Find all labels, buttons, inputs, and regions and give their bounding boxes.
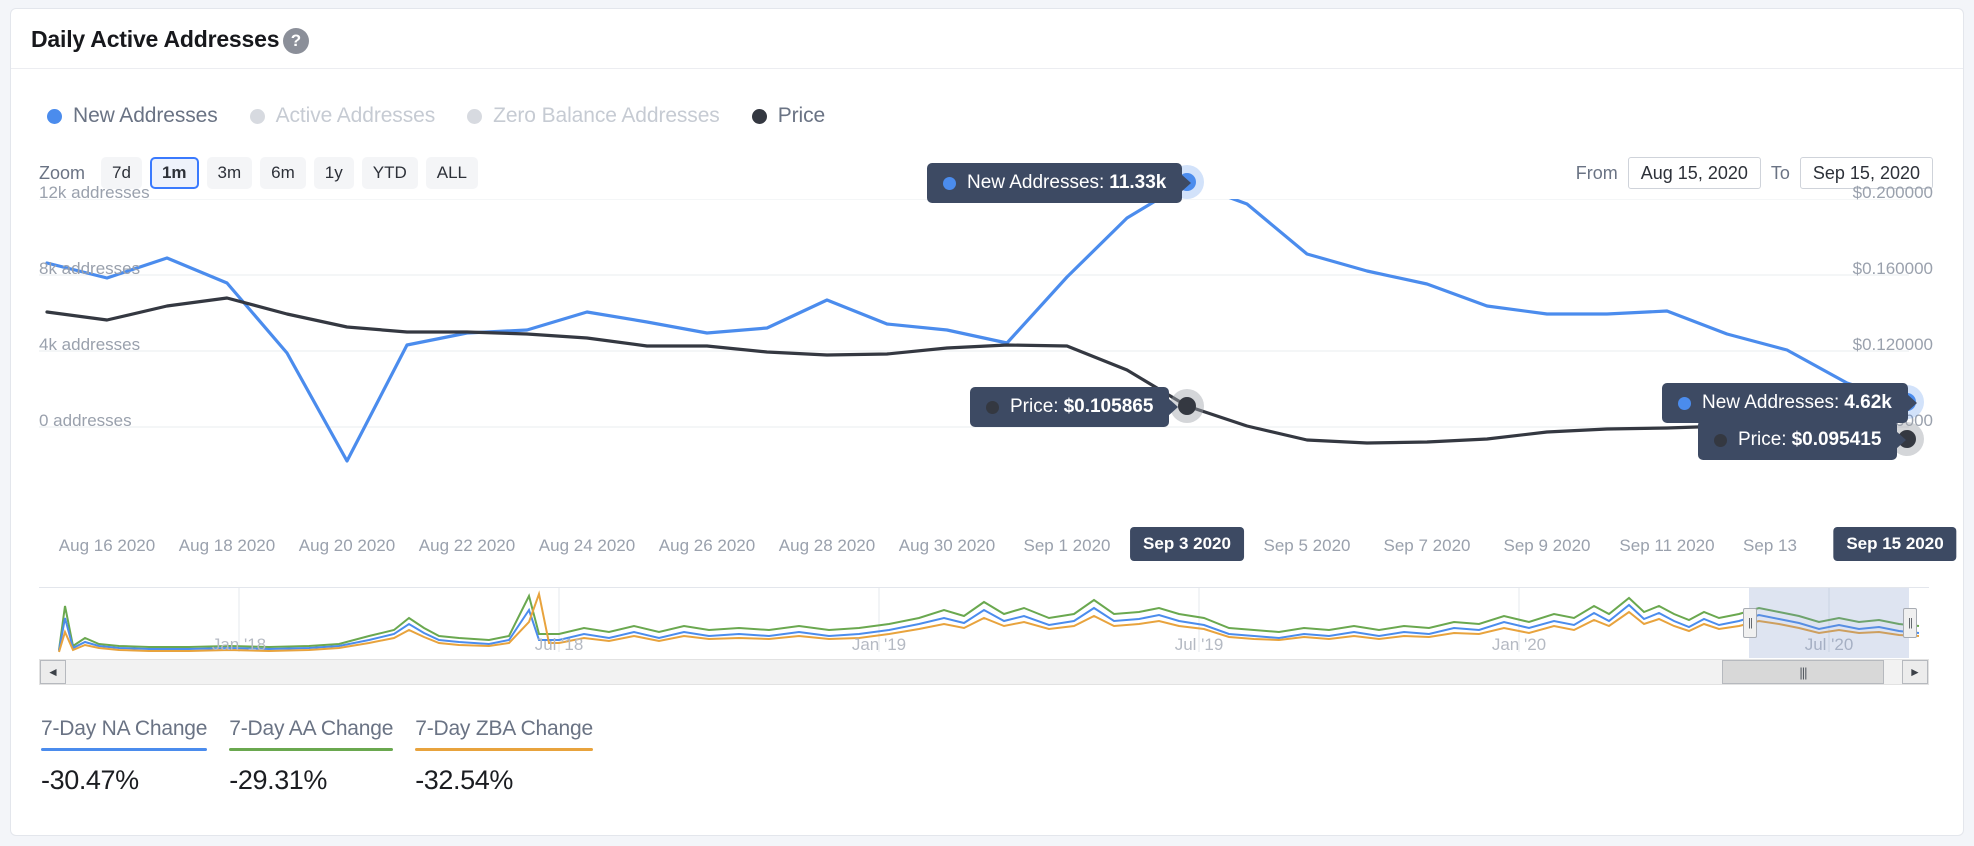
navigator-label-1: Jul '18 (534, 635, 584, 654)
tooltip-dot-new-addresses (943, 176, 956, 190)
stat-zba-change: 7-Day ZBA Change -32.54% (415, 717, 593, 796)
stat-zba-value: -32.54% (415, 765, 513, 795)
chart-plot-area[interactable]: 12k addresses 8k addresses 4k addresses … (11, 163, 1963, 529)
marker-price-sep3-core (1178, 397, 1196, 415)
stat-aa-label: 7-Day AA Change (229, 717, 394, 740)
x-tick-5: Aug 26 2020 (658, 536, 756, 555)
zoom-button-all[interactable]: ALL (425, 157, 479, 189)
chart-card: Daily Active Addresses ? New Addresses A… (10, 8, 1964, 836)
legend-item-price[interactable]: Price (751, 104, 826, 128)
stat-na-underline (41, 748, 208, 751)
tooltip-label-price-2: Price: (1738, 429, 1787, 450)
tooltip-label-new-addresses-2: New Addresses: (1702, 392, 1840, 413)
x-tick-12: Sep 9 2020 (1503, 536, 1591, 555)
x-axis: Aug 16 2020 Aug 18 2020 Aug 20 2020 Aug … (11, 527, 1963, 571)
legend-label-zero-balance-addresses: Zero Balance Addresses (493, 104, 720, 127)
from-date-input[interactable]: Aug 15, 2020 (1627, 157, 1761, 189)
y-axis-label-8k: 8k addresses (39, 259, 141, 278)
navigator-label-2: Jan '19 (851, 635, 907, 654)
page-title: Daily Active Addresses (31, 26, 280, 52)
legend-label-price: Price (777, 104, 826, 127)
x-tick-4: Aug 24 2020 (538, 536, 636, 555)
x-tick-13: Sep 11 2020 (1619, 536, 1715, 555)
legend-dot-zero-balance-addresses (467, 108, 483, 124)
tooltip-new-addresses-sep3: New Addresses: 11.33k (927, 163, 1192, 203)
navigator-handle-left[interactable]: || (1743, 608, 1757, 638)
stat-aa-value: -29.31% (229, 765, 328, 795)
zoom-button-6m[interactable]: 6m (260, 157, 306, 189)
legend-label-active-addresses: Active Addresses (275, 104, 436, 127)
from-label: From (1575, 162, 1618, 183)
x-tick-1: Aug 18 2020 (178, 536, 276, 555)
scrollbar-left-arrow[interactable]: ◄ (40, 660, 66, 684)
x-tick-14: Sep 13 (1743, 536, 1797, 555)
navigator-svg (58, 588, 1920, 653)
zoom-button-1m[interactable]: 1m (149, 157, 199, 189)
legend-item-new-addresses[interactable]: New Addresses (47, 104, 218, 128)
y-axis-label-12k: 12k addresses (39, 183, 150, 202)
tooltip-price-sep3: Price: $0.105865 (970, 387, 1179, 427)
stat-aa-change: 7-Day AA Change -29.31% (229, 717, 393, 796)
x-tick-11: Sep 7 2020 (1383, 536, 1471, 555)
legend-item-zero-balance-addresses[interactable]: Zero Balance Addresses (467, 104, 720, 128)
y-axis-label-0: 0 addresses (39, 411, 132, 430)
to-label: To (1770, 162, 1790, 183)
navigator-series-active-addresses (58, 593, 1920, 651)
legend-dot-new-addresses (47, 108, 62, 124)
tooltip-dot-new-addresses-2 (1678, 396, 1691, 410)
navigator-handle-right[interactable]: || (1903, 608, 1917, 638)
tooltip-label-new-addresses: New Addresses: (967, 172, 1105, 193)
x-tick-7: Aug 30 2020 (898, 536, 996, 555)
scrollbar-right-arrow[interactable]: ► (1902, 660, 1928, 684)
x-tick-highlight-sep3: Sep 3 2020 (1130, 527, 1244, 561)
zoom-button-3m[interactable]: 3m (206, 157, 253, 189)
y2-axis-label-016: $0.160000 (1852, 259, 1933, 278)
legend-item-active-addresses[interactable]: Active Addresses (249, 104, 436, 128)
chart-navigator[interactable]: Jan '18 Jul '18 Jan '19 Jul '19 Jan '20 … (39, 587, 1929, 658)
tooltip-new-addresses-sep15: New Addresses: 4.62k (1662, 383, 1917, 423)
zoom-button-1y[interactable]: 1y (313, 157, 354, 189)
x-tick-highlight-sep15: Sep 15 2020 (1833, 527, 1957, 561)
zoom-button-ytd[interactable]: YTD (361, 157, 418, 189)
help-icon[interactable]: ? (283, 28, 309, 54)
stat-zba-label: 7-Day ZBA Change (415, 717, 593, 740)
y-axis-label-4k: 4k addresses (39, 335, 141, 354)
navigator-label-4: Jan '20 (1491, 635, 1547, 654)
legend-dot-active-addresses (249, 108, 265, 124)
tooltip-dot-price-2 (1714, 433, 1727, 447)
scrollbar-thumb[interactable]: ||| (1722, 660, 1884, 684)
tooltip-label-price: Price: (1010, 396, 1059, 417)
navigator-label-3: Jul '19 (1174, 635, 1224, 654)
x-tick-0: Aug 16 2020 (58, 536, 156, 555)
x-tick-3: Aug 22 2020 (418, 536, 516, 555)
tooltip-dot-price (986, 400, 999, 414)
stat-na-value: -30.47% (41, 765, 139, 795)
stat-aa-underline (229, 748, 394, 751)
y2-axis-label-020: $0.200000 (1852, 183, 1933, 202)
tooltip-value-price: $0.105865 (1063, 396, 1154, 417)
chart-scrollbar[interactable]: ◄ ► ||| (39, 659, 1929, 685)
card-header: Daily Active Addresses ? (11, 9, 1963, 69)
tooltip-value-new-addresses: 11.33k (1109, 172, 1167, 193)
navigator-selection[interactable] (1749, 588, 1909, 658)
chart-svg (39, 199, 1909, 463)
legend-dot-price (751, 108, 767, 124)
tooltip-value-new-addresses-2: 4.62k (1844, 392, 1892, 413)
tooltip-value-price-2: $0.095415 (1791, 429, 1882, 450)
stats-row: 7-Day NA Change -30.47% 7-Day AA Change … (41, 717, 615, 796)
chart-legend: New Addresses Active Addresses Zero Bala… (47, 104, 857, 128)
legend-label-new-addresses: New Addresses (73, 104, 218, 127)
x-tick-2: Aug 20 2020 (298, 536, 396, 555)
zoom-label: Zoom (39, 162, 86, 183)
y2-axis-label-012: $0.120000 (1852, 335, 1933, 354)
stat-na-change: 7-Day NA Change -30.47% (41, 717, 207, 796)
tooltip-price-sep15: Price: $0.095415 (1698, 420, 1907, 460)
x-tick-10: Sep 5 2020 (1263, 536, 1351, 555)
stat-na-label: 7-Day NA Change (41, 717, 208, 740)
stat-zba-underline (415, 748, 593, 751)
navigator-label-0: Jan '18 (211, 635, 267, 654)
x-tick-6: Aug 28 2020 (778, 536, 876, 555)
x-tick-8: Sep 1 2020 (1023, 536, 1111, 555)
